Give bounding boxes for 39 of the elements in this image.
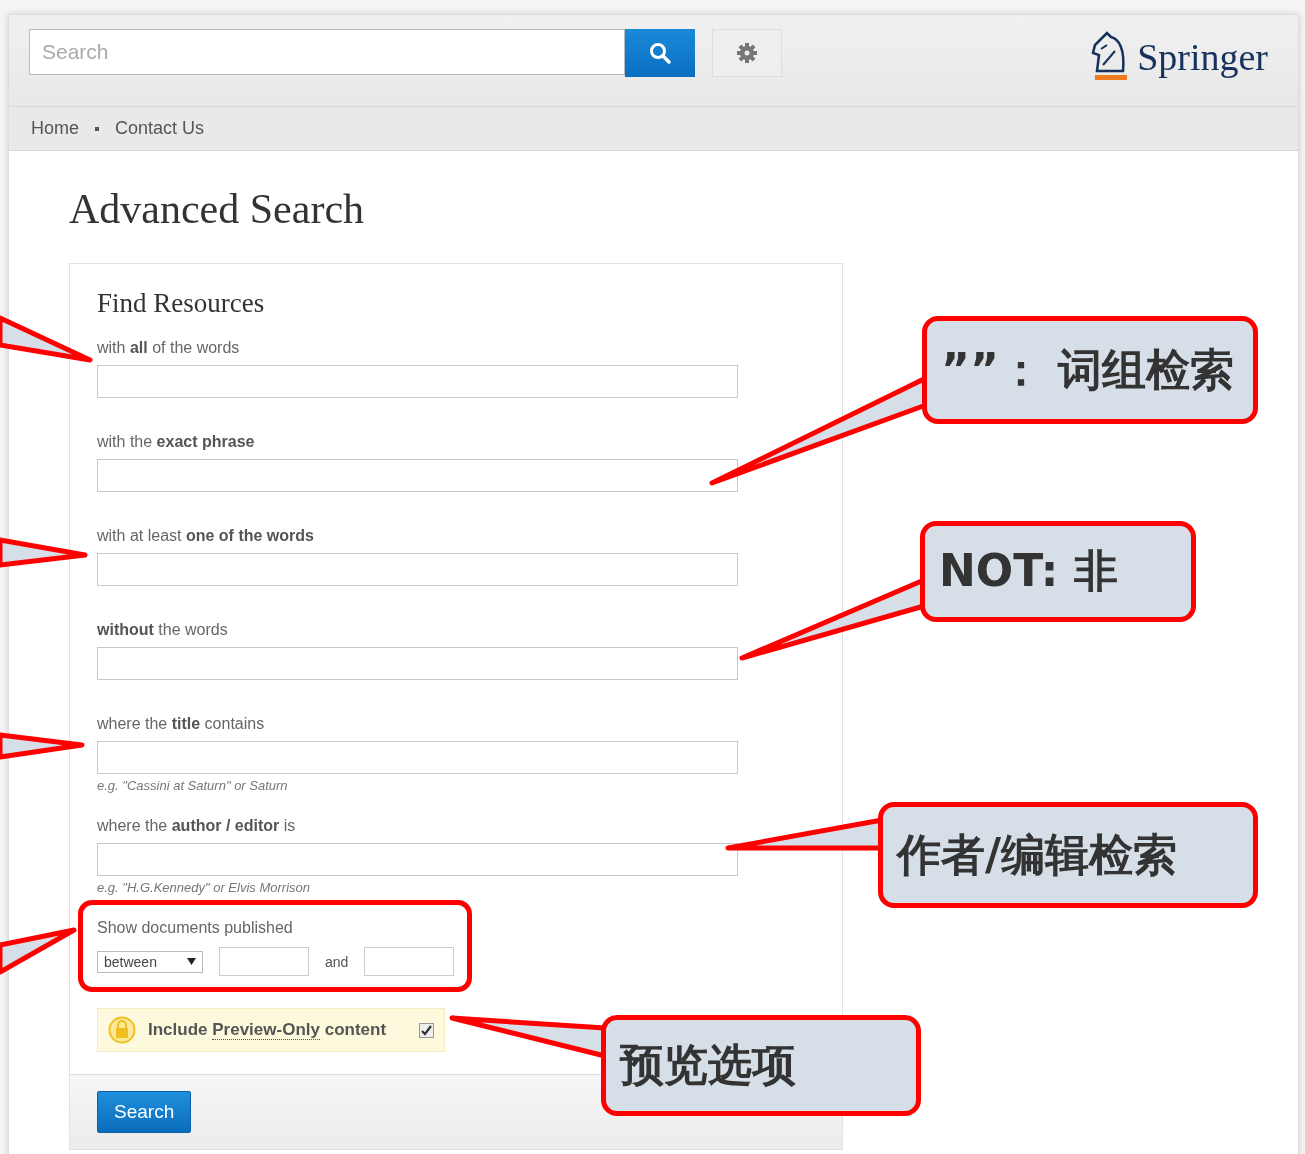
callout-box: ””： 词组检索: [922, 316, 1258, 424]
search-icon: [648, 41, 672, 65]
callout-box: 预览选项: [601, 1015, 921, 1116]
breadcrumb-separator: [95, 126, 99, 131]
field-hint: e.g. "Cassini at Saturn" or Saturn: [97, 778, 289, 793]
logo-wordmark: Springer: [1137, 35, 1268, 79]
field-hint: e.g. "H.G.Kennedy" or Elvis Morrison: [97, 880, 311, 895]
settings-button[interactable]: [712, 29, 782, 77]
breadcrumb-link[interactable]: Home: [31, 118, 79, 139]
year-from-field[interactable]: [219, 947, 309, 976]
date-mode-dropdown[interactable]: between: [97, 950, 203, 973]
range-joiner: and: [325, 953, 349, 970]
form-title: Find Resources: [97, 288, 266, 319]
input-field[interactable]: [97, 553, 738, 586]
dropdown-arrow-icon: [187, 957, 196, 966]
lock-icon: [108, 1016, 136, 1044]
input-field[interactable]: [97, 647, 738, 680]
callout-box: NOT: 非: [920, 521, 1196, 622]
field-label: where the title contains: [97, 715, 266, 733]
input-field[interactable]: [97, 843, 738, 876]
search-button[interactable]: [625, 29, 695, 77]
search-field[interactable]: Search: [29, 29, 625, 75]
callout-box: 作者/编辑检索: [878, 802, 1258, 908]
field-label: without the words: [97, 621, 229, 639]
field-label: with all of the words: [97, 339, 241, 357]
year-to-field[interactable]: [364, 947, 455, 976]
preview-only-link[interactable]: Preview-Only: [212, 1020, 320, 1040]
field-label: where the author / editor is: [97, 817, 297, 835]
preview-label: Include Preview-Only content: [148, 1020, 387, 1040]
page-title: Advanced Search: [69, 185, 366, 233]
input-field[interactable]: [97, 741, 738, 774]
search-submit-button[interactable]: Search: [97, 1091, 192, 1133]
field-label: Show documents published: [97, 919, 294, 937]
input-field[interactable]: [97, 459, 738, 492]
breadcrumb-link[interactable]: Contact Us: [115, 118, 205, 139]
field-label: with the exact phrase: [97, 433, 256, 451]
field-label: with at least one of the words: [97, 527, 315, 545]
input-field[interactable]: [97, 365, 738, 398]
preview-checkbox[interactable]: [419, 1022, 434, 1038]
